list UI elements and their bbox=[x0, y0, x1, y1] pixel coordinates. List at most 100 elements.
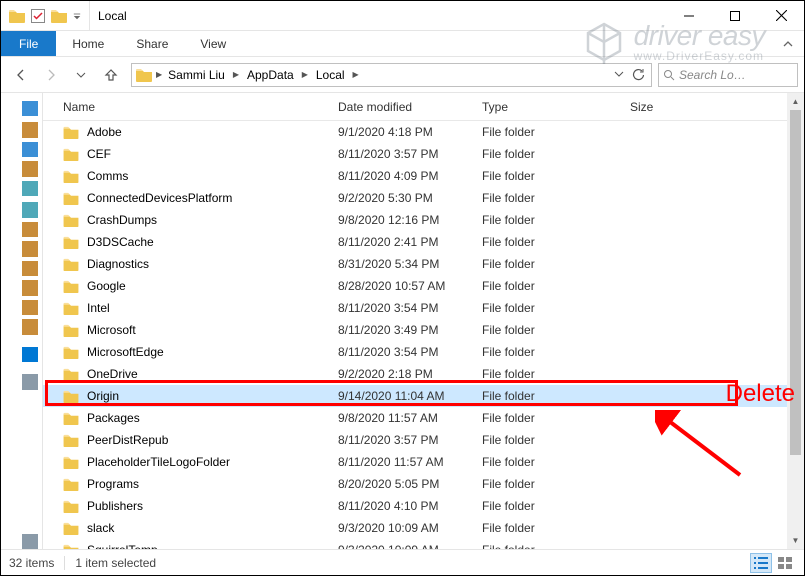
file-name: Comms bbox=[87, 169, 338, 183]
column-size[interactable]: Size bbox=[630, 100, 690, 114]
folder-icon[interactable] bbox=[22, 241, 38, 256]
nav-pane[interactable] bbox=[1, 93, 43, 549]
file-name: Origin bbox=[87, 389, 338, 403]
file-row[interactable]: SquirrelTemp9/3/2020 10:09 AMFile folder bbox=[43, 539, 804, 549]
file-name: Packages bbox=[87, 411, 338, 425]
file-row[interactable]: Packages9/8/2020 11:57 AMFile folder bbox=[43, 407, 804, 429]
details-view-button[interactable] bbox=[750, 553, 772, 573]
file-type: File folder bbox=[482, 455, 630, 469]
file-row[interactable]: Programs8/20/2020 5:05 PMFile folder bbox=[43, 473, 804, 495]
share-tab[interactable]: Share bbox=[120, 31, 184, 56]
thumbnails-view-button[interactable] bbox=[774, 553, 796, 573]
file-row[interactable]: Origin9/14/2020 11:04 AMFile folder bbox=[43, 385, 804, 407]
file-row[interactable]: Publishers8/11/2020 4:10 PMFile folder bbox=[43, 495, 804, 517]
file-row[interactable]: Intel8/11/2020 3:54 PMFile folder bbox=[43, 297, 804, 319]
chevron-right-icon[interactable]: ▶ bbox=[156, 70, 164, 79]
file-row[interactable]: ConnectedDevicesPlatform9/2/2020 5:30 PM… bbox=[43, 187, 804, 209]
folder-icon[interactable] bbox=[22, 300, 38, 315]
file-type: File folder bbox=[482, 411, 630, 425]
scroll-up-button[interactable]: ▲ bbox=[787, 93, 804, 110]
breadcrumb-item[interactable]: Local▶ bbox=[312, 68, 363, 82]
home-tab[interactable]: Home bbox=[56, 31, 120, 56]
folder-icon bbox=[63, 478, 87, 491]
nav-forward-button[interactable] bbox=[37, 61, 65, 89]
column-type[interactable]: Type bbox=[482, 100, 630, 114]
status-item-count: 32 items bbox=[9, 556, 54, 570]
file-date: 8/11/2020 3:57 PM bbox=[338, 147, 482, 161]
file-type: File folder bbox=[482, 499, 630, 513]
file-type: File folder bbox=[482, 257, 630, 271]
file-name: CEF bbox=[87, 147, 338, 161]
file-tab[interactable]: File bbox=[1, 31, 56, 56]
folder-icon bbox=[51, 9, 67, 23]
file-row[interactable]: Adobe9/1/2020 4:18 PMFile folder bbox=[43, 121, 804, 143]
status-bar: 32 items 1 item selected bbox=[1, 549, 804, 575]
nav-recent-button[interactable] bbox=[67, 61, 95, 89]
file-row[interactable]: slack9/3/2020 10:09 AMFile folder bbox=[43, 517, 804, 539]
file-name: Adobe bbox=[87, 125, 338, 139]
breadcrumb-item[interactable]: Sammi Liu▶ bbox=[164, 68, 243, 82]
file-row[interactable]: Microsoft8/11/2020 3:49 PMFile folder bbox=[43, 319, 804, 341]
dropdown-icon[interactable] bbox=[613, 68, 625, 80]
file-list[interactable]: Adobe9/1/2020 4:18 PMFile folderCEF8/11/… bbox=[43, 121, 804, 549]
breadcrumb-item[interactable]: AppData▶ bbox=[243, 68, 312, 82]
this-pc-icon[interactable] bbox=[22, 374, 38, 389]
folder-icon[interactable] bbox=[22, 280, 38, 295]
file-name: MicrosoftEdge bbox=[87, 345, 338, 359]
downloads-icon[interactable] bbox=[22, 142, 38, 157]
folder-icon bbox=[63, 368, 87, 381]
file-date: 9/14/2020 11:04 AM bbox=[338, 389, 482, 403]
file-row[interactable]: MicrosoftEdge8/11/2020 3:54 PMFile folde… bbox=[43, 341, 804, 363]
file-row[interactable]: Diagnostics8/31/2020 5:34 PMFile folder bbox=[43, 253, 804, 275]
file-date: 8/11/2020 3:54 PM bbox=[338, 301, 482, 315]
folder-icon bbox=[63, 302, 87, 315]
file-type: File folder bbox=[482, 213, 630, 227]
close-button[interactable] bbox=[758, 1, 804, 30]
onedrive-icon[interactable] bbox=[22, 347, 38, 362]
folder-icon bbox=[63, 434, 87, 447]
ribbon-toggle[interactable] bbox=[772, 31, 804, 56]
nav-up-button[interactable] bbox=[97, 61, 125, 89]
file-row[interactable]: CrashDumps9/8/2020 12:16 PMFile folder bbox=[43, 209, 804, 231]
folder-icon bbox=[63, 280, 87, 293]
file-row[interactable]: D3DSCache8/11/2020 2:41 PMFile folder bbox=[43, 231, 804, 253]
file-date: 9/2/2020 2:18 PM bbox=[338, 367, 482, 381]
checkbox-icon[interactable] bbox=[31, 9, 45, 23]
drive-icon[interactable] bbox=[22, 534, 38, 549]
address-bar[interactable]: ▶ Sammi Liu▶ AppData▶ Local▶ bbox=[131, 63, 652, 87]
folder-icon[interactable] bbox=[22, 261, 38, 276]
view-tab[interactable]: View bbox=[184, 31, 242, 56]
scroll-down-button[interactable]: ▼ bbox=[787, 532, 804, 549]
refresh-icon[interactable] bbox=[631, 68, 645, 82]
status-selection: 1 item selected bbox=[75, 556, 156, 570]
minimize-button[interactable] bbox=[666, 1, 712, 30]
vertical-scrollbar[interactable]: ▲ ▼ bbox=[787, 93, 804, 549]
file-row[interactable]: PlaceholderTileLogoFolder8/11/2020 11:57… bbox=[43, 451, 804, 473]
file-row[interactable]: CEF8/11/2020 3:57 PMFile folder bbox=[43, 143, 804, 165]
file-date: 8/11/2020 11:57 AM bbox=[338, 455, 482, 469]
quick-access-icon[interactable] bbox=[22, 101, 38, 116]
folder-icon[interactable] bbox=[22, 319, 38, 334]
column-name[interactable]: Name bbox=[63, 100, 338, 114]
pictures-icon[interactable] bbox=[22, 181, 38, 196]
search-input[interactable]: Search Lo… bbox=[658, 63, 798, 87]
folder-icon[interactable] bbox=[22, 222, 38, 237]
column-headers: Name Date modified Type Size bbox=[43, 93, 804, 121]
maximize-button[interactable] bbox=[712, 1, 758, 30]
file-row[interactable]: Comms8/11/2020 4:09 PMFile folder bbox=[43, 165, 804, 187]
desktop-icon[interactable] bbox=[22, 122, 38, 137]
documents-icon[interactable] bbox=[22, 161, 38, 176]
qat-dropdown-icon[interactable] bbox=[73, 12, 81, 20]
file-row[interactable]: PeerDistRepub8/11/2020 3:57 PMFile folde… bbox=[43, 429, 804, 451]
music-icon[interactable] bbox=[22, 202, 38, 217]
window-controls bbox=[666, 1, 804, 30]
column-date[interactable]: Date modified bbox=[338, 100, 482, 114]
scroll-thumb[interactable] bbox=[790, 110, 801, 455]
file-date: 8/11/2020 2:41 PM bbox=[338, 235, 482, 249]
file-row[interactable]: Google8/28/2020 10:57 AMFile folder bbox=[43, 275, 804, 297]
file-name: slack bbox=[87, 521, 338, 535]
file-name: Google bbox=[87, 279, 338, 293]
nav-back-button[interactable] bbox=[7, 61, 35, 89]
file-row[interactable]: OneDrive9/2/2020 2:18 PMFile folder bbox=[43, 363, 804, 385]
file-name: PeerDistRepub bbox=[87, 433, 338, 447]
